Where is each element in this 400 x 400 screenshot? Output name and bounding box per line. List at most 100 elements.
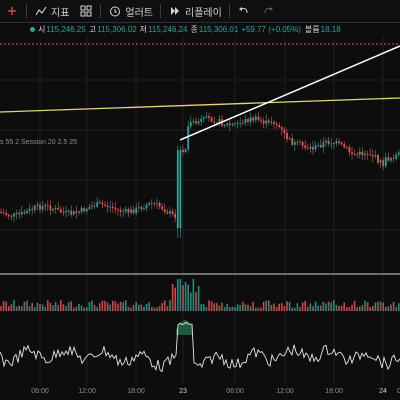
volume-bar: [244, 304, 247, 311]
candle-body: [28, 208, 31, 211]
volume-bar: [192, 278, 195, 311]
volume-bar: [86, 307, 88, 311]
time-axis[interactable]: 06:00 12:00 18:00 23 06:00 12:00 18:00 2…: [0, 384, 400, 400]
candle-body: [2, 212, 5, 214]
candle-body: [39, 204, 41, 210]
alert-button[interactable]: 얼러트: [103, 0, 158, 22]
candle-body: [208, 116, 210, 118]
volume-bar: [252, 301, 254, 311]
time-tick: 12:00: [78, 388, 96, 395]
undo-icon: [238, 7, 248, 14]
volume-bar: [153, 307, 156, 311]
candle-body: [210, 117, 213, 122]
candle-body: [213, 121, 216, 123]
candle-body: [143, 208, 145, 210]
volume-bar: [257, 307, 260, 311]
candle-body: [247, 119, 249, 122]
volume-bar: [203, 304, 205, 311]
volume-bar: [119, 301, 122, 311]
volume-bar: [130, 307, 132, 311]
candle-body: [137, 207, 140, 209]
volume-bar: [288, 302, 291, 311]
volume-bar: [304, 300, 306, 311]
candle-body: [309, 146, 312, 149]
candle-body: [234, 123, 236, 125]
volume-bar: [148, 302, 150, 311]
alert-label: 얼러트: [125, 7, 154, 19]
volume-bar: [151, 307, 153, 311]
volume-bar: [93, 305, 96, 311]
candle-body: [192, 121, 195, 123]
replay-button[interactable]: 리플레이: [163, 0, 227, 22]
candle-body: [301, 141, 304, 146]
volume-bar: [333, 300, 335, 311]
price-chart[interactable]: [0, 0, 400, 400]
volume-bar: [372, 305, 374, 311]
candle-body: [127, 209, 130, 213]
candle-body: [371, 155, 374, 157]
candle-body: [124, 209, 127, 212]
redo-button[interactable]: [256, 0, 280, 22]
layout-button[interactable]: [74, 0, 98, 22]
candle-body: [195, 121, 197, 124]
replay-icon: [171, 7, 180, 15]
study-label[interactable]: s 55 2 Session 20 2.5 25: [0, 139, 77, 146]
oscillator-line: [0, 321, 400, 373]
layout-grid-icon: [80, 5, 92, 17]
candle-body: [41, 206, 44, 210]
candle-body: [293, 141, 296, 145]
open-label: 시: [38, 24, 46, 34]
volume-bar: [218, 305, 221, 311]
volume-bar: [364, 300, 366, 311]
candle-body: [114, 208, 117, 210]
volume-bar: [182, 285, 184, 311]
yellow-trendline[interactable]: [0, 97, 400, 113]
volume-bar: [5, 301, 7, 311]
volume-bar: [379, 301, 382, 311]
candle-body: [377, 155, 379, 163]
volume-bar: [275, 307, 278, 311]
indicators-button[interactable]: 지표: [29, 0, 74, 22]
candle-body: [257, 116, 260, 120]
candle-body: [132, 209, 135, 214]
candle-body: [286, 132, 288, 140]
volume-bar: [320, 305, 322, 311]
candle-body: [148, 202, 151, 205]
candle-body: [338, 141, 340, 143]
candle-body: [205, 116, 208, 118]
volume-bar: [127, 306, 130, 311]
candle-body: [283, 129, 286, 133]
volume-bar: [96, 307, 98, 311]
candle-body: [288, 138, 291, 140]
volume-bar: [70, 301, 72, 311]
volume-bar: [356, 307, 358, 311]
candle-body: [319, 145, 322, 148]
volume-bar: [164, 300, 166, 311]
volume-bar: [307, 306, 309, 311]
white-trendline[interactable]: [179, 45, 400, 141]
candle-body: [153, 203, 156, 205]
candle-body: [111, 206, 114, 209]
candle-body: [369, 154, 372, 156]
candle-body: [327, 140, 330, 144]
candle-body: [106, 205, 109, 208]
candle-body: [387, 157, 390, 161]
volume-bar: [2, 300, 5, 311]
candle-body: [322, 142, 325, 148]
volume-bar: [104, 300, 106, 311]
candle-body: [57, 207, 60, 210]
candle-body: [15, 213, 18, 214]
time-tick: 18:00: [325, 388, 343, 395]
candle-body: [0, 212, 2, 213]
candle-body: [98, 202, 101, 204]
candle-body: [36, 204, 39, 206]
divider: [160, 4, 162, 18]
volume-bar: [132, 304, 135, 311]
candle-body: [260, 119, 262, 121]
add-button[interactable]: [0, 0, 24, 22]
volume-bar: [330, 302, 332, 311]
volume-bar: [314, 301, 317, 311]
volume-bar: [101, 300, 104, 311]
market-status-dot: [30, 26, 35, 32]
undo-button[interactable]: [232, 0, 256, 22]
